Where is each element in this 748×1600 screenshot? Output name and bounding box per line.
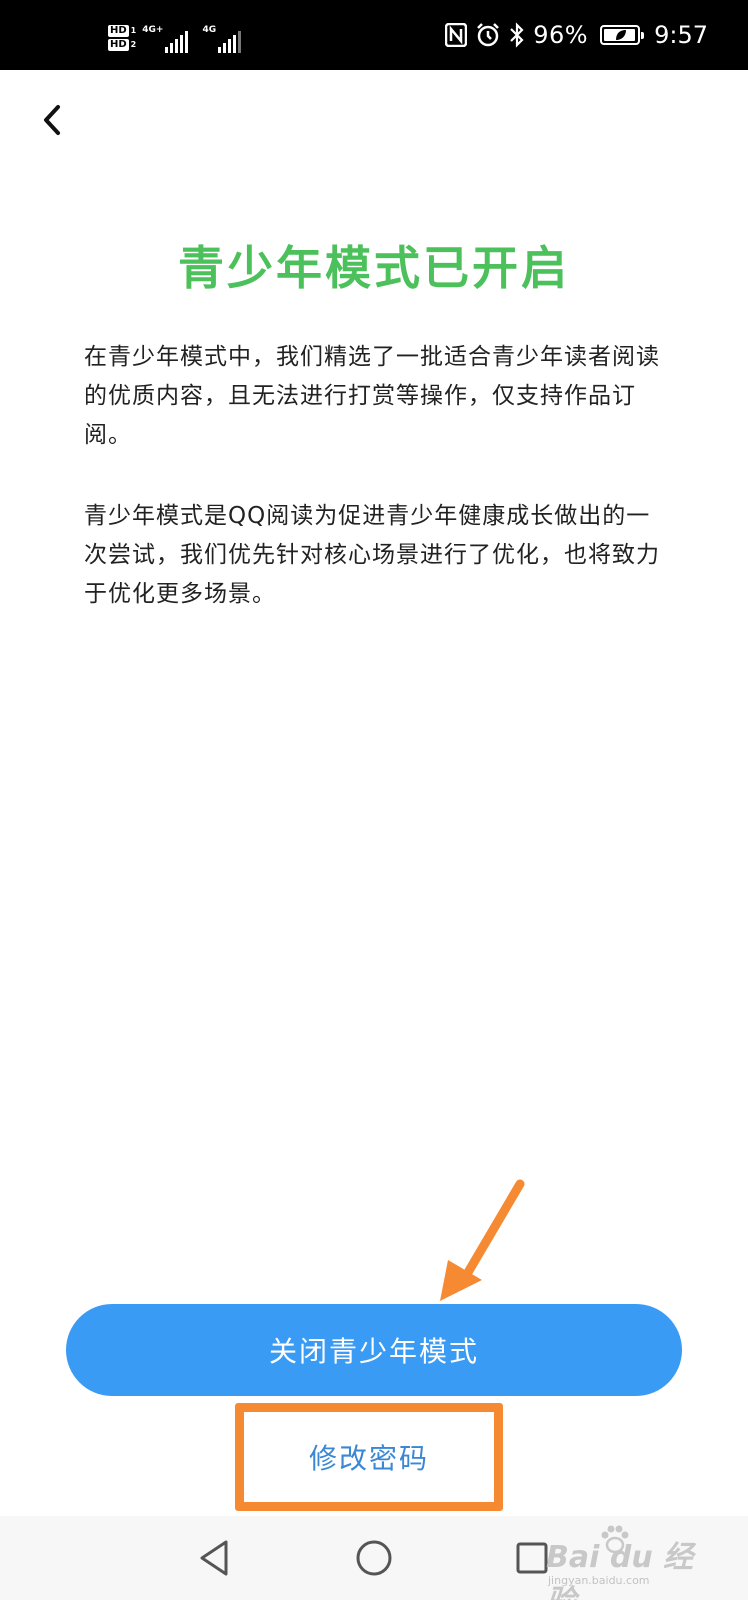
bluetooth-icon (510, 22, 524, 48)
sim2-signal: 4G (202, 23, 242, 53)
nav-home-button[interactable] (346, 1530, 402, 1586)
sim1-hd-badge: HD 1 (108, 25, 136, 37)
recent-apps-square-icon (516, 1542, 548, 1574)
network-type-label: 4G (202, 25, 217, 35)
close-teen-mode-button[interactable]: 关闭青少年模式 (66, 1304, 682, 1396)
page-title: 青少年模式已开启 (178, 241, 570, 295)
home-circle-icon (356, 1540, 392, 1576)
description-paragraph-1: 在青少年模式中，我们精选了一批适合青少年读者阅读的优质内容，且无法进行打赏等操作… (84, 344, 660, 448)
baidu-paw-icon (601, 1525, 629, 1554)
status-bar-left: HD 1 HD 2 4G+ 4G (108, 18, 242, 58)
sim2-hd-badge: HD 2 (108, 39, 136, 51)
sim2-index: 2 (130, 40, 137, 49)
hd-icon: HD (108, 39, 129, 51)
hd-icon: HD (108, 25, 129, 37)
status-bar: HD 1 HD 2 4G+ 4G 96% 9:57 (0, 0, 748, 70)
alarm-icon (477, 23, 500, 47)
baidu-jingyan-watermark: Bai du 经验 jingyan.baidu.com (546, 1512, 696, 1600)
chevron-left-icon (44, 105, 60, 135)
signal-bars-icon (165, 31, 189, 53)
nav-back-button[interactable] (186, 1530, 242, 1586)
battery-icon (600, 25, 645, 45)
description-paragraph-2: 青少年模式是QQ阅读为促进青少年健康成长做出的一次尝试，我们优先针对核心场景进行… (84, 503, 660, 607)
network-type-label: 4G+ (142, 25, 164, 35)
battery-percentage: 96% (533, 21, 589, 49)
sim1-index: 1 (130, 26, 137, 35)
sim1-signal: 4G+ (142, 23, 189, 53)
nfc-icon (445, 23, 468, 47)
screen: HD 1 HD 2 4G+ 4G 96% 9:57 青少年模式已开启 在青少年模… (0, 0, 748, 1600)
status-time: 9:57 (654, 21, 708, 49)
power-saving-leaf-icon (616, 30, 627, 40)
signal-bars-icon (218, 31, 242, 53)
status-bar-right: 96% 9:57 (445, 0, 708, 70)
change-password-button[interactable]: 修改密码 (244, 1412, 494, 1502)
watermark-url: jingyan.baidu.com (548, 1574, 650, 1587)
back-triangle-icon (200, 1540, 228, 1576)
back-button[interactable] (32, 98, 72, 142)
hd-volte-indicators: HD 1 HD 2 (108, 25, 136, 51)
annotation-arrow-icon (440, 1179, 525, 1301)
